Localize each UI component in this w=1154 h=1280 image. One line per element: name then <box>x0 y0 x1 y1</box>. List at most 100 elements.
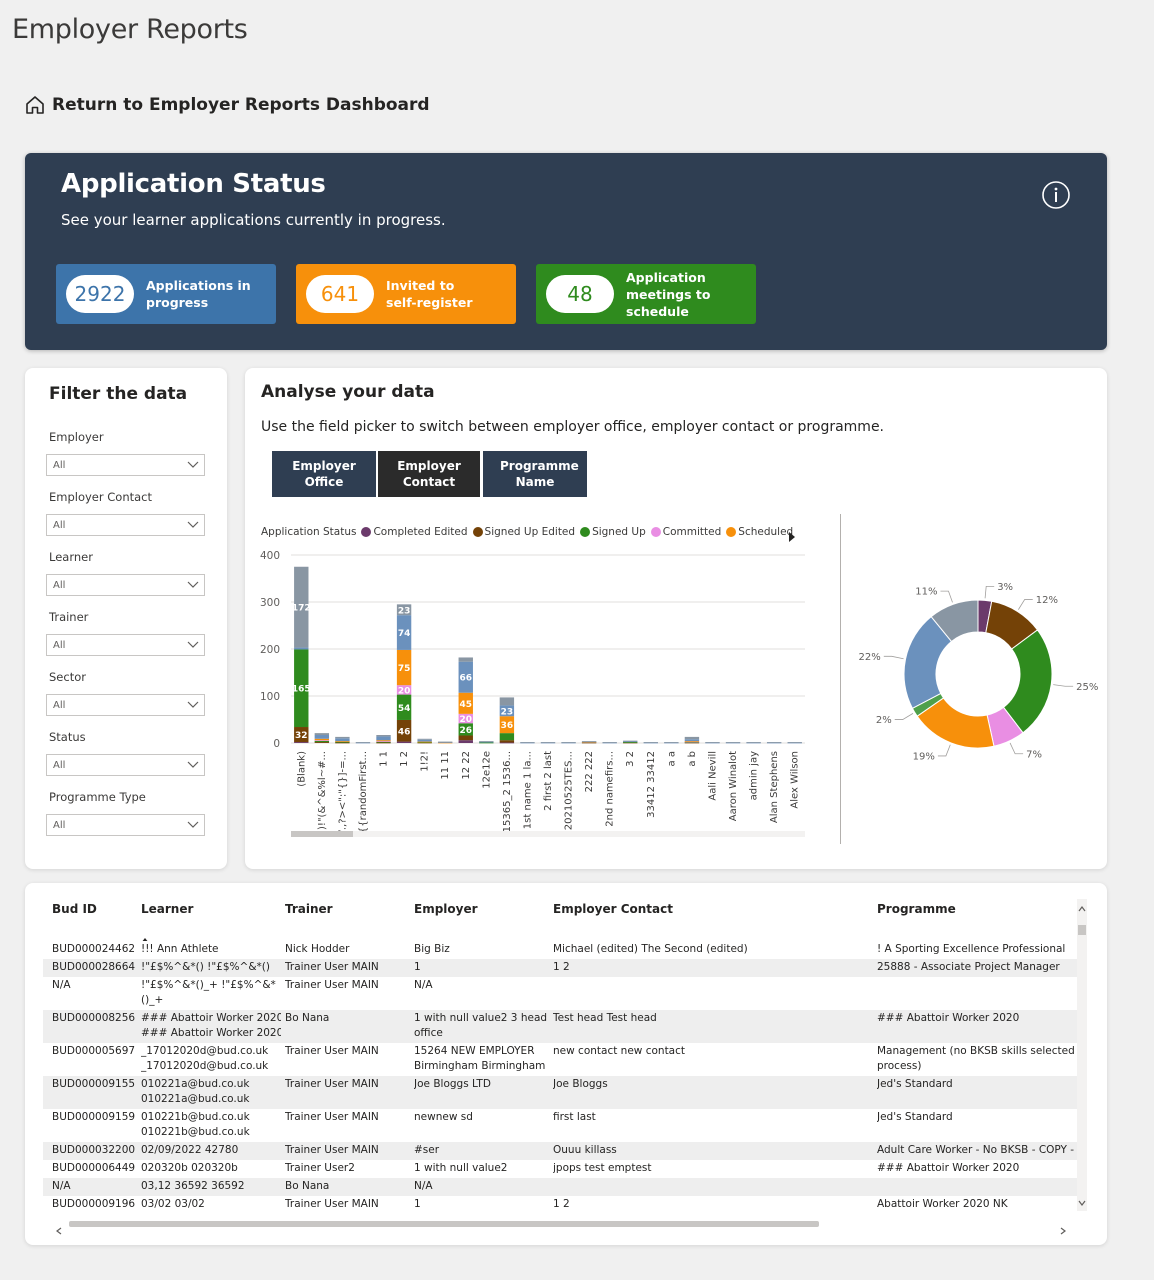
bar-segment <box>725 742 741 743</box>
applications-table: Bud ID Learner Trainer Employer Employer Con… <box>25 883 1107 1245</box>
filter-label: Learner <box>49 550 93 564</box>
table-cell: 03,12 36592 36592 <box>141 1180 245 1192</box>
column-header[interactable]: Employer <box>414 902 478 916</box>
bar-segment <box>479 741 494 742</box>
field-picker-label: Employer Contact <box>397 459 461 489</box>
x-tick-label: 3 2 <box>625 751 636 767</box>
chart-divider <box>840 514 841 844</box>
column-header[interactable]: Bud ID <box>52 902 97 916</box>
donut-leader-line <box>894 713 914 720</box>
table-cell: Joe Bloggs <box>553 1078 608 1090</box>
legend-item[interactable]: Signed Up <box>580 526 646 538</box>
return-to-dashboard-link[interactable]: Return to Employer Reports Dashboard <box>24 94 430 116</box>
table-cell: first last <box>553 1111 596 1123</box>
table-cell: BUD000005697 <box>52 1045 136 1057</box>
bar-segment <box>499 740 515 743</box>
table-cell: 1 <box>414 961 421 973</box>
filter-value: All <box>53 759 66 771</box>
table-cell: 010221b@bud.co.uk 010221b@bud.co.uk <box>141 1111 250 1138</box>
filter-dropdown[interactable]: All <box>46 634 205 656</box>
table-cell: 02/09/2022 42780 <box>141 1144 239 1156</box>
table-cell: !"£$%^&*()_+ !"£$%^&* ()_+ <box>141 979 276 1006</box>
filter-label: Employer <box>49 430 104 444</box>
legend-dot <box>726 527 737 537</box>
legend-dot <box>361 527 372 537</box>
bar-segment <box>335 741 350 742</box>
legend-label: Committed <box>662 526 722 538</box>
column-header[interactable]: Learner <box>141 902 193 916</box>
kpi-applications-in-progress[interactable]: 2922 Applications in progress <box>56 264 276 324</box>
column-header[interactable]: Employer Contact <box>553 902 673 916</box>
legend-item[interactable]: Committed <box>650 526 722 538</box>
filter-value: All <box>53 519 66 531</box>
legend-item[interactable]: Signed Up Edited <box>472 526 575 538</box>
x-tick-label: 1!2! <box>420 751 431 772</box>
table-cell: Trainer User MAIN <box>285 1078 379 1090</box>
table-cell: Jed's Standard <box>877 1111 953 1123</box>
column-header[interactable]: Trainer <box>285 902 333 916</box>
filter-panel: Filter the data Employer All Employer Cont… <box>25 368 227 869</box>
bar-segment <box>499 697 515 706</box>
bar-data-label: 54 <box>398 704 411 714</box>
field-picker-programme-name[interactable]: Programme Name <box>483 451 587 497</box>
legend-item[interactable]: Scheduled <box>726 526 793 538</box>
donut-label: 3% <box>997 582 1013 593</box>
filter-label: Trainer <box>49 610 89 624</box>
table-cell: Bo Nana <box>285 1012 330 1024</box>
info-icon[interactable] <box>1041 180 1071 214</box>
bar-segment <box>294 742 309 743</box>
vertical-scrollbar[interactable] <box>1077 899 1087 1211</box>
bar-segment <box>376 741 391 742</box>
bar-segment <box>643 742 658 743</box>
bar-segment <box>602 742 617 743</box>
x-tick-label: 2nd namefirs... <box>605 751 616 827</box>
bar-data-label: 45 <box>459 700 472 710</box>
x-tick-label: 1 1 <box>379 751 390 767</box>
bar-segment <box>540 742 556 743</box>
field-picker-employer-contact[interactable]: Employer Contact <box>378 451 480 497</box>
table-cell: _17012020d@bud.co.uk _17012020d@bud.co.u… <box>141 1045 269 1072</box>
filter-dropdown[interactable]: All <box>46 814 205 836</box>
kpi-value: 641 <box>306 275 374 313</box>
horizontal-scrollbar-thumb[interactable] <box>69 1221 819 1227</box>
filter-dropdown[interactable]: All <box>46 574 205 596</box>
legend-label: Completed Edited <box>373 526 468 538</box>
field-picker-employer-office[interactable]: Employer Office <box>272 451 376 497</box>
table-cell: !"£$%^&*() !"£$%^&*() <box>141 961 270 973</box>
bar-data-label: 20 <box>398 686 411 696</box>
donut-label: 19% <box>913 751 935 762</box>
x-tick-label: Alex Wilson <box>790 751 801 809</box>
table-cell: Trainer User MAIN <box>285 1144 379 1156</box>
filter-dropdown[interactable]: All <box>46 454 205 476</box>
filter-value: All <box>53 639 66 651</box>
y-tick-label: 100 <box>260 691 280 703</box>
table-cell: Abattoir Worker 2020 NK <box>877 1198 1008 1210</box>
kpi-invited-to-self-register[interactable]: 641 Invited to self-register <box>296 264 516 324</box>
bar-segment <box>314 740 330 741</box>
donut-label: 22% <box>859 652 881 663</box>
legend-item[interactable]: Completed Edited <box>361 526 468 538</box>
filter-dropdown[interactable]: All <box>46 514 205 536</box>
column-header[interactable]: Programme <box>877 902 956 916</box>
bar-segment <box>355 742 371 743</box>
filter-label: Programme Type <box>49 790 146 804</box>
bar-segment <box>479 742 494 744</box>
x-tick-label: 12e12e <box>481 751 492 789</box>
x-tick-label: Aaron Winalot <box>728 751 739 821</box>
donut-leader-line <box>937 744 951 757</box>
donut-leader-line <box>1009 742 1024 755</box>
table-cell: Ouuu killass <box>553 1144 617 1156</box>
table-cell: newnew sd <box>414 1111 473 1123</box>
kpi-application-meetings-to-schedule[interactable]: 48 Application meetings to schedule <box>536 264 756 324</box>
bar-segment <box>561 742 576 743</box>
bar-segment <box>314 733 330 736</box>
y-tick-label: 0 <box>273 738 280 750</box>
table-cell: 1 2 <box>553 961 570 973</box>
x-tick-label: 11 11 <box>440 751 451 780</box>
filter-dropdown[interactable]: All <box>46 754 205 776</box>
filter-dropdown[interactable]: All <box>46 694 205 716</box>
x-tick-label: Aali Nevill <box>707 751 718 801</box>
bar-segment <box>417 741 432 743</box>
table-cell: BUD000009196 <box>52 1198 136 1210</box>
bar-segment <box>314 735 330 739</box>
